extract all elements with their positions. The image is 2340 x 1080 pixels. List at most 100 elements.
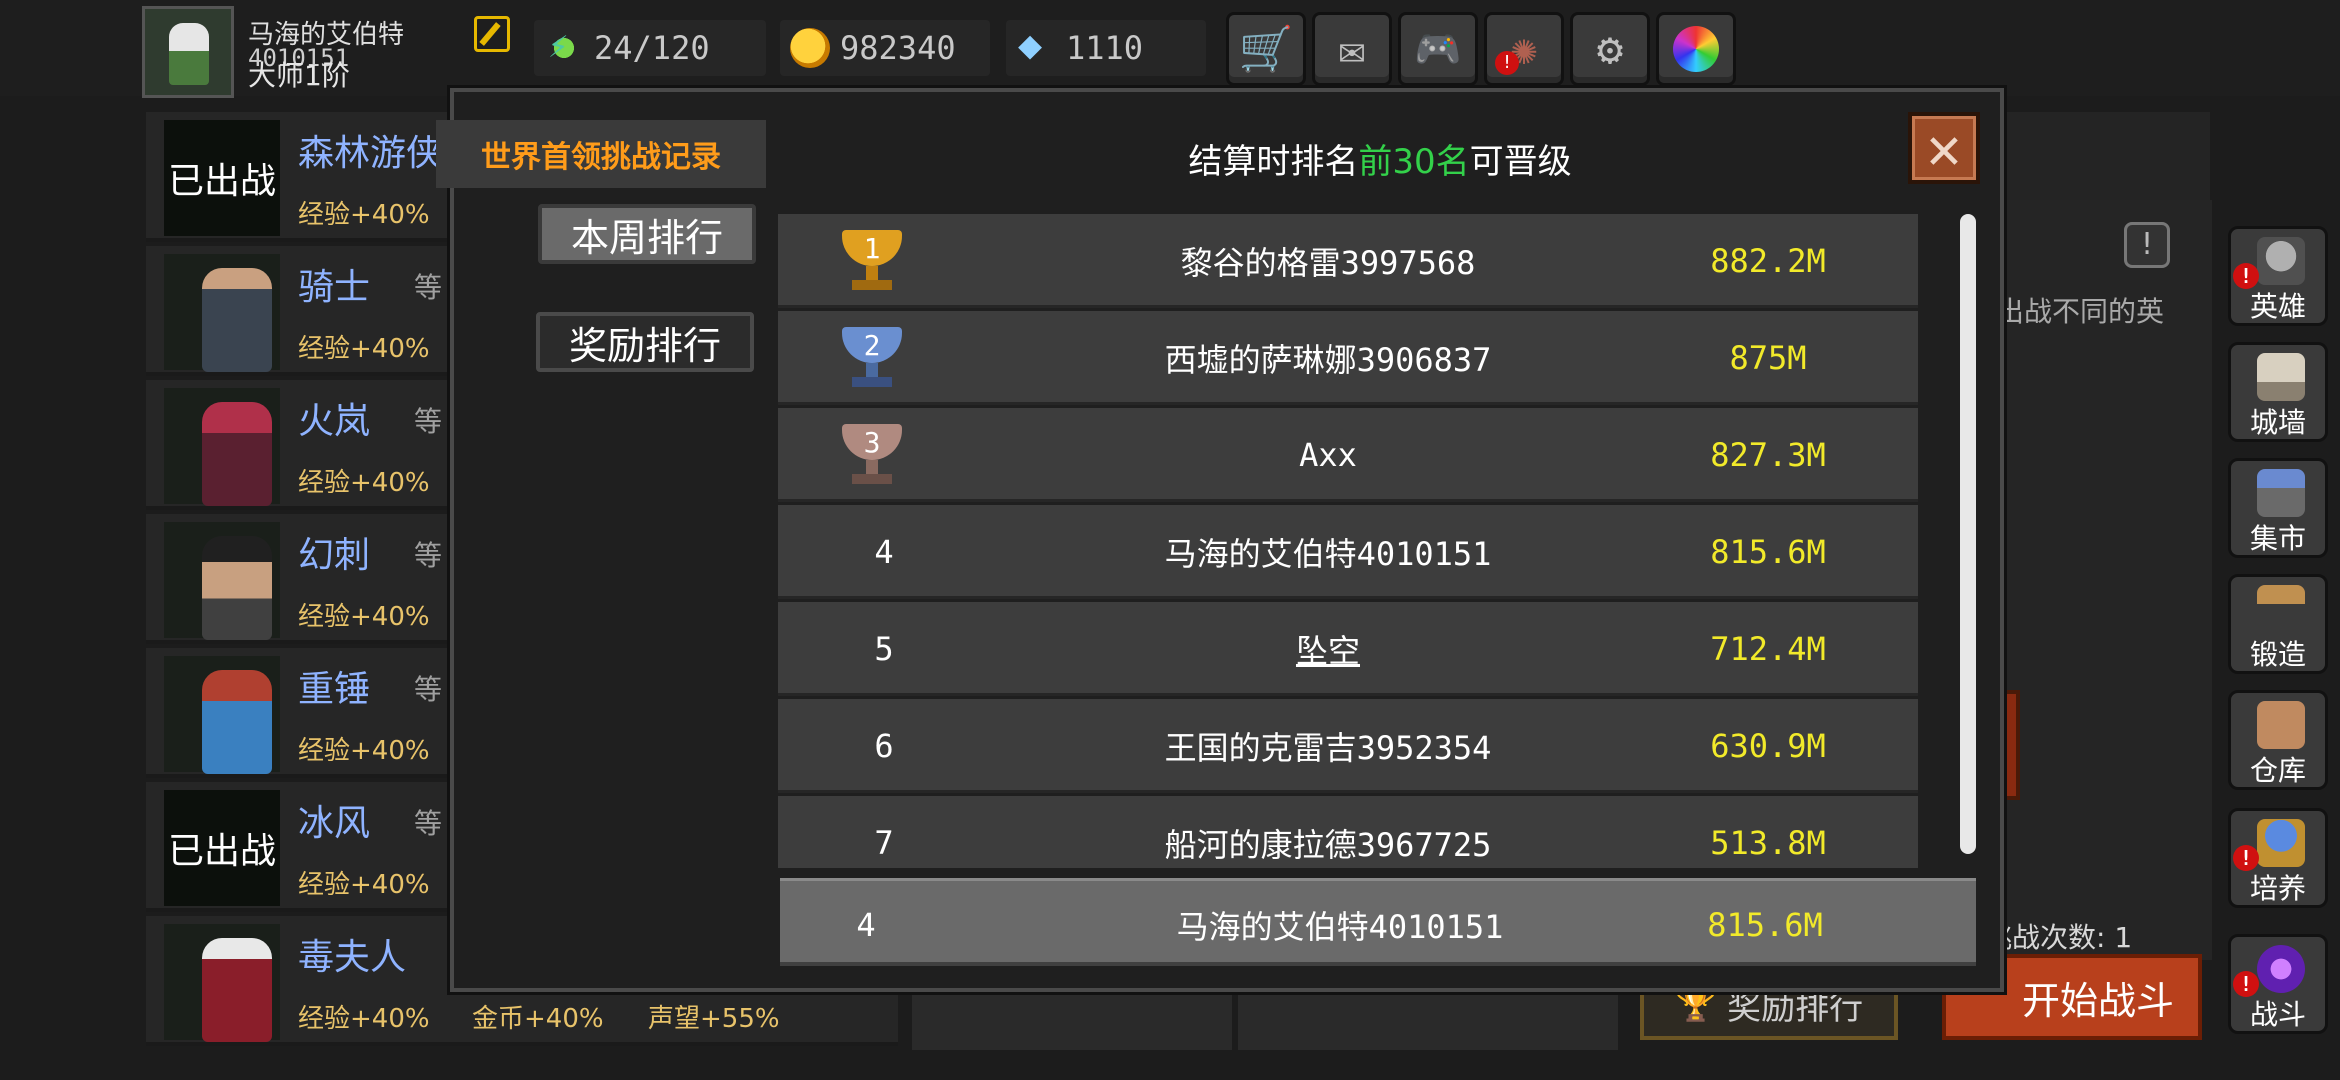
- silver-trophy-icon: 2: [832, 327, 912, 391]
- settings-button[interactable]: ⚙: [1570, 12, 1650, 86]
- gold-value: 982340: [840, 29, 956, 67]
- assassin-sprite: [202, 536, 272, 640]
- side-button-market[interactable]: 集市: [2228, 458, 2328, 558]
- rank-score: 875M: [1729, 339, 1807, 377]
- event-button[interactable]: ✺!: [1484, 12, 1564, 86]
- color-wheel-icon: [1673, 26, 1719, 72]
- side-button-label: 战斗: [2249, 998, 2306, 1031]
- rank-score: 630.9M: [1710, 727, 1826, 765]
- close-button[interactable]: ✕: [1908, 112, 1980, 184]
- hero-name: 火岚: [298, 401, 371, 442]
- gear-icon: ⚙: [1596, 23, 1624, 75]
- hero-gold-bonus: 金币+40%: [472, 1004, 604, 1034]
- player-rank: 大师1阶: [248, 59, 350, 92]
- rank-score: 513.8M: [1710, 824, 1826, 862]
- gamepad-icon: 🎮: [1414, 26, 1462, 71]
- my-rank-name: 马海的艾伯特4010151: [1176, 908, 1504, 946]
- hero-level: 等: [414, 405, 443, 438]
- side-button-forge[interactable]: 锻造: [2228, 574, 2328, 674]
- rank-number: 7: [874, 824, 894, 862]
- anvil-icon: [2257, 585, 2305, 633]
- rank-score: 827.3M: [1710, 436, 1826, 474]
- edit-name-icon[interactable]: [474, 16, 510, 52]
- hero-exp-bonus: 经验+40%: [298, 468, 430, 498]
- rank-player-name: Axx: [1299, 436, 1357, 474]
- mail-button[interactable]: ✉: [1312, 12, 1392, 86]
- hero-name: 重锤: [298, 669, 371, 710]
- bronze-trophy-icon: 3: [832, 424, 912, 488]
- hero-exp-bonus: 经验+40%: [298, 736, 430, 766]
- shop-button[interactable]: 🛒: [1226, 12, 1306, 86]
- modal-title: 世界首领挑战记录: [436, 120, 766, 188]
- castle-wall-icon: [2257, 353, 2305, 401]
- hero-level: 等: [414, 673, 443, 706]
- rank-player-name: 船河的康拉德3967725: [1164, 826, 1492, 864]
- energy-stat: 24/120: [534, 20, 766, 76]
- tab-reward-rank[interactable]: 奖励排行: [536, 312, 754, 372]
- hero-exp-bonus: 经验+40%: [298, 602, 430, 632]
- close-icon: ✕: [1926, 114, 1962, 182]
- side-button-train[interactable]: ! 培养: [2228, 808, 2328, 908]
- hero-name: 骑士: [298, 267, 371, 308]
- scrollbar-thumb[interactable]: [1960, 214, 1976, 854]
- heading-highlight: 前30名: [1358, 142, 1470, 182]
- hero-exp-bonus: 经验+40%: [298, 200, 430, 230]
- hero-portrait: [164, 656, 280, 774]
- gem-icon: [1016, 22, 1056, 68]
- rank-list[interactable]: 1 黎谷的格雷3997568 882.2M 2 西墟的萨琳娜3906837 87…: [778, 214, 1918, 868]
- mail-icon: ✉: [1338, 23, 1366, 75]
- challenge-count: 挑战次数: 1: [1984, 921, 2133, 954]
- hero-exp-bonus: 经验+40%: [298, 334, 430, 364]
- my-rank-number: 4: [856, 906, 876, 944]
- player-avatar[interactable]: [142, 6, 234, 98]
- hero-portrait: [164, 924, 280, 1042]
- fire-mage-sprite: [202, 402, 272, 506]
- tab-weekly-rank[interactable]: 本周排行: [538, 204, 756, 264]
- side-button-label: 仓库: [2249, 754, 2306, 787]
- rank-score: 815.6M: [1710, 533, 1826, 571]
- gamepad-button[interactable]: 🎮: [1398, 12, 1478, 86]
- rank-row[interactable]: 6 王国的克雷吉3952354 630.9M: [778, 699, 1918, 793]
- cart-icon: 🛒: [1238, 24, 1294, 75]
- rank-scrollbar[interactable]: [1960, 214, 1976, 854]
- goblet-icon: [2257, 819, 2305, 867]
- side-button-label: 城墙: [2249, 406, 2306, 439]
- event-alert-icon: !: [1495, 51, 1519, 75]
- info-icon[interactable]: !: [2124, 222, 2170, 268]
- rank-row[interactable]: 4 马海的艾伯特4010151 815.6M: [778, 505, 1918, 599]
- rank-row[interactable]: 7 船河的康拉德3967725 513.8M: [778, 796, 1918, 868]
- rank-player-name: 西墟的萨琳娜3906837: [1164, 341, 1492, 379]
- rank-score: 712.4M: [1710, 630, 1826, 668]
- hero-fame-bonus: 声望+55%: [648, 1004, 780, 1034]
- top-bar: 马海的艾伯特 4010151 大师1阶 24/120 982340 1110 🛒…: [0, 0, 2340, 98]
- color-wheel-button[interactable]: [1656, 12, 1736, 86]
- side-button-battle[interactable]: ! 战斗: [2228, 934, 2328, 1034]
- hammer-sprite: [202, 670, 272, 774]
- rank-row[interactable]: 5 坠空 712.4M: [778, 602, 1918, 696]
- knight-sprite: [202, 268, 272, 372]
- rank-number: 5: [874, 630, 894, 668]
- side-button-warehouse[interactable]: 仓库: [2228, 690, 2328, 790]
- hero-exp-bonus: 经验+40%: [298, 870, 430, 900]
- gem-value: 1110: [1066, 29, 1144, 67]
- hero-name: 毒夫人: [298, 937, 407, 978]
- side-button-label: 锻造: [2249, 638, 2306, 671]
- my-rank-score: 815.6M: [1707, 906, 1823, 944]
- rank-player-name: 黎谷的格雷3997568: [1180, 244, 1476, 282]
- hero-portrait: [164, 388, 280, 506]
- market-icon: [2257, 469, 2305, 517]
- rank-row[interactable]: 2 西墟的萨琳娜3906837 875M: [778, 311, 1918, 405]
- rank-player-name: 马海的艾伯特4010151: [1164, 535, 1492, 573]
- gold-trophy-icon: 1: [832, 230, 912, 294]
- side-button-label: 培养: [2249, 872, 2306, 905]
- rank-row[interactable]: 3 Axx 827.3M: [778, 408, 1918, 502]
- side-button-hero[interactable]: ! 英雄: [2228, 226, 2328, 326]
- coin-icon: [790, 28, 830, 68]
- hero-portrait: [164, 522, 280, 640]
- rank-player-name: 王国的克雷吉3952354: [1164, 729, 1492, 767]
- hero-level: 等: [414, 539, 443, 572]
- my-rank-row: 4 马海的艾伯特4010151 815.6M: [780, 878, 1976, 966]
- side-button-wall[interactable]: 城墙: [2228, 342, 2328, 442]
- rank-player-name[interactable]: 坠空: [1078, 602, 1578, 696]
- rank-row[interactable]: 1 黎谷的格雷3997568 882.2M: [778, 214, 1918, 308]
